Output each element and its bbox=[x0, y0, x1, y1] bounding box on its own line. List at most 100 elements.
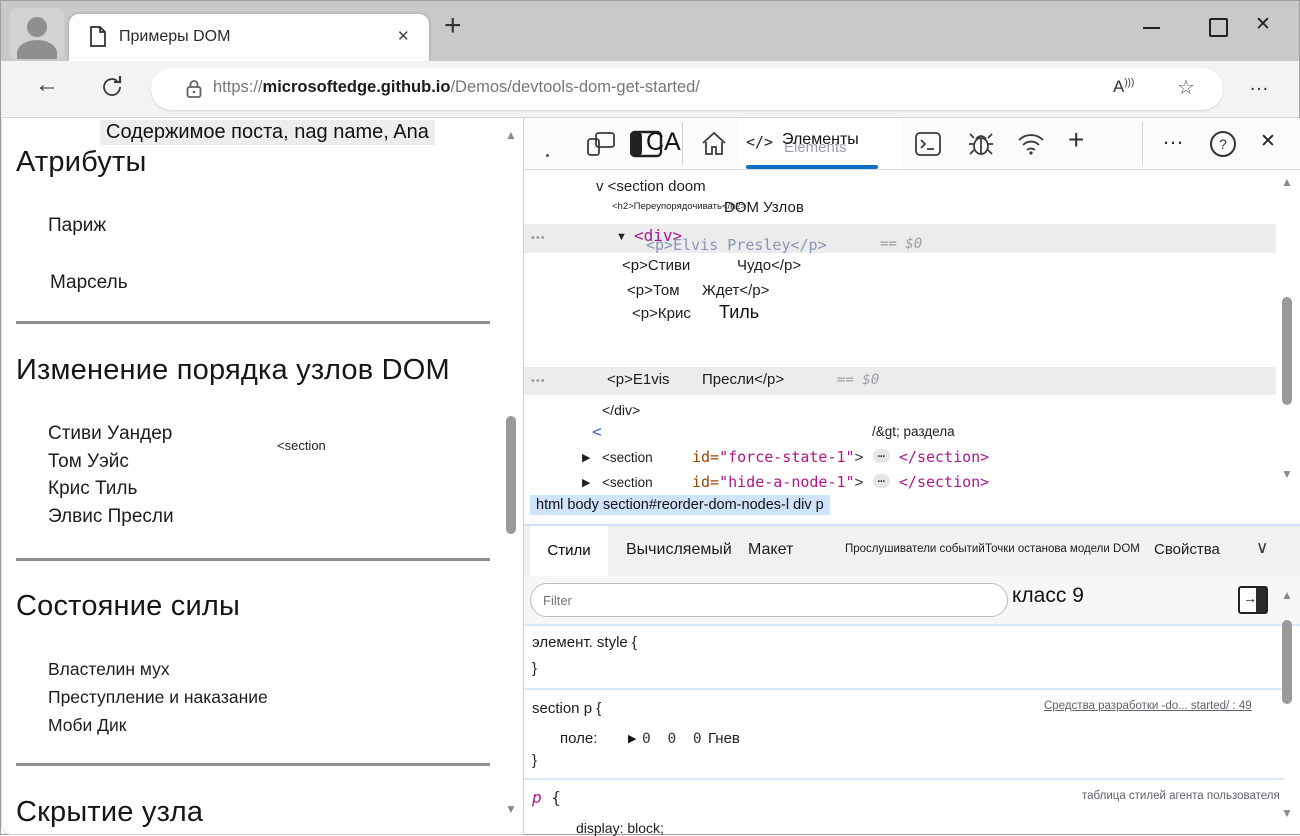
page-scrollbar-thumb[interactable] bbox=[506, 416, 516, 534]
tab-layout[interactable]: Макет bbox=[748, 541, 793, 559]
url-field[interactable]: https://microsoftedge.github.io/Demos/de… bbox=[151, 68, 1223, 110]
breadcrumb-bar: html body section#reorder-dom-nodes-l di… bbox=[524, 492, 1300, 526]
maximize-icon[interactable] bbox=[1209, 18, 1228, 37]
divider bbox=[16, 321, 490, 324]
tab-event-listeners[interactable]: Прослушиватели событий bbox=[845, 543, 985, 555]
dom-node-text: Ждет</p> bbox=[702, 282, 769, 299]
twisty-right-icon[interactable]: ▶ bbox=[582, 451, 590, 464]
dom-row-selected[interactable]: ••• <p>E1vis Пресли</p> == $0 bbox=[524, 367, 1276, 395]
dom-node[interactable]: v <section doom bbox=[596, 178, 706, 195]
browser-menu-icon[interactable]: … bbox=[1249, 73, 1270, 96]
stylesheet-source-label: таблица стилей агента пользователя bbox=[1082, 790, 1280, 802]
window-close-icon[interactable]: ✕ bbox=[1255, 13, 1271, 36]
add-tool-icon[interactable]: + bbox=[1068, 124, 1084, 156]
dom-scrollbar-thumb[interactable] bbox=[1282, 297, 1292, 405]
home-icon[interactable] bbox=[700, 130, 728, 157]
css-value[interactable]: 0 0 0 bbox=[642, 731, 702, 747]
dom-eq-marker: == $0 bbox=[837, 372, 879, 388]
new-tab-icon[interactable]: + bbox=[444, 11, 462, 41]
back-icon[interactable]: ← bbox=[35, 71, 59, 99]
device-emulation-icon[interactable] bbox=[586, 131, 616, 157]
dom-node[interactable]: </div> bbox=[602, 402, 640, 418]
read-aloud-icon[interactable]: A))) bbox=[1113, 77, 1134, 97]
section-hint-text: <section bbox=[277, 438, 326, 453]
ca-label: CA bbox=[646, 128, 681, 157]
profile-avatar[interactable] bbox=[10, 8, 64, 59]
debug-bug-icon[interactable] bbox=[966, 130, 996, 158]
chevron-down-icon[interactable]: ∨ bbox=[1256, 538, 1268, 558]
dom-node-text: Чудо</p> bbox=[737, 257, 801, 274]
scroll-down-icon[interactable]: ▼ bbox=[1281, 806, 1293, 820]
list-item: Элвис Пресли bbox=[48, 506, 174, 528]
tab-properties[interactable]: Свойства bbox=[1154, 541, 1220, 558]
console-icon[interactable] bbox=[914, 131, 942, 157]
tab-styles[interactable]: Стили bbox=[530, 526, 608, 576]
node-menu-dots-icon[interactable]: ••• bbox=[531, 375, 546, 387]
browser-window: Примеры DOM ✕ + ✕ ← https://microsoftedg… bbox=[0, 0, 1300, 835]
list-item: Марсель bbox=[50, 272, 128, 294]
devtools-close-icon[interactable]: ✕ bbox=[1260, 130, 1276, 153]
styles-scrollbar-thumb[interactable] bbox=[1282, 620, 1292, 704]
browser-tab[interactable]: Примеры DOM ✕ bbox=[69, 14, 429, 61]
filter-input[interactable] bbox=[530, 583, 1008, 617]
twisty-down-icon[interactable]: ▼ bbox=[616, 231, 627, 243]
css-brace: } bbox=[532, 752, 537, 769]
heading-attributes: Атрибуты bbox=[16, 146, 147, 179]
stylesheet-source-link[interactable]: Средства разработки -do... started/ : 49 bbox=[1044, 700, 1252, 712]
dom-node[interactable]: <p>Том bbox=[627, 282, 680, 299]
breadcrumb[interactable]: html body section#reorder-dom-nodes-l di… bbox=[530, 495, 830, 515]
styles-filter-row: класс 9 → ▲ bbox=[524, 576, 1300, 626]
cls-label[interactable]: класс 9 bbox=[1012, 584, 1084, 608]
dom-node[interactable]: <p>Крис bbox=[632, 305, 691, 322]
css-value-word[interactable]: Гнев bbox=[708, 730, 740, 747]
scroll-up-icon[interactable]: ▲ bbox=[505, 128, 517, 142]
twisty-right-icon[interactable]: ▶ bbox=[628, 732, 636, 745]
inspect-dot bbox=[546, 154, 549, 157]
dom-node[interactable]: < bbox=[592, 422, 602, 441]
favorites-star-icon[interactable]: ☆ bbox=[1177, 75, 1195, 100]
minimize-icon[interactable] bbox=[1143, 27, 1160, 29]
tab-elements[interactable]: </> Elements Элементы bbox=[738, 118, 902, 169]
scroll-up-icon[interactable]: ▲ bbox=[1281, 588, 1293, 602]
dom-node: <p>E1vis bbox=[607, 371, 670, 388]
refresh-icon[interactable] bbox=[99, 74, 125, 100]
code-tag-icon: </> bbox=[746, 133, 773, 151]
tab-close-icon[interactable]: ✕ bbox=[397, 27, 410, 45]
css-selector[interactable]: элемент. style { bbox=[532, 634, 637, 651]
help-icon[interactable]: ? bbox=[1210, 131, 1236, 157]
twisty-right-icon[interactable]: ▶ bbox=[582, 476, 590, 489]
scroll-up-icon[interactable]: ▲ bbox=[1281, 175, 1293, 189]
css-selector[interactable]: p { bbox=[532, 788, 561, 807]
css-brace: } bbox=[532, 660, 537, 677]
heading-hide-node: Скрытие узла bbox=[16, 796, 203, 829]
scroll-down-icon[interactable]: ▼ bbox=[505, 802, 517, 816]
scroll-down-icon[interactable]: ▼ bbox=[1281, 467, 1293, 481]
node-menu-dots-icon[interactable]: ••• bbox=[531, 232, 546, 244]
css-selector[interactable]: section p { bbox=[532, 700, 601, 717]
enter-class-icon[interactable]: → bbox=[1238, 586, 1268, 614]
dom-node[interactable]: <p>Стиви bbox=[622, 257, 690, 274]
dom-row[interactable]: ▶ <section id="hide-a-node-1"> ⋯ </secti… bbox=[524, 472, 1276, 492]
dom-row-selected[interactable]: ••• ▼ <div> <p>Elvis Presley</p> == $0 bbox=[524, 224, 1276, 253]
divider bbox=[16, 763, 490, 766]
url-text: https://microsoftedge.github.io/Demos/de… bbox=[213, 78, 700, 97]
styles-pane: элемент. style { } section p { Средства … bbox=[524, 626, 1300, 834]
network-wifi-icon[interactable] bbox=[1016, 132, 1046, 156]
expand-dots-icon[interactable]: ⋯ bbox=[873, 449, 890, 463]
list-item: Париж bbox=[48, 215, 106, 237]
dom-node-text: Пресли</p> bbox=[702, 371, 784, 388]
css-declaration[interactable]: display: block; bbox=[576, 820, 664, 836]
tab-dom-breakpoints[interactable]: Точки останова модели DOM bbox=[985, 543, 1140, 555]
heading-force-state: Состояние силы bbox=[16, 590, 240, 623]
more-tools-icon[interactable]: … bbox=[1162, 124, 1184, 150]
tab-computed[interactable]: Вычисляемый bbox=[626, 541, 732, 559]
list-item: Крис Тиль bbox=[48, 478, 137, 500]
avatar-icon bbox=[27, 17, 47, 37]
dom-node-text: Тиль bbox=[719, 302, 759, 323]
list-item: Моби Дик bbox=[48, 715, 126, 736]
dom-row[interactable]: ▶ <section id="force-state-1"> ⋯ </secti… bbox=[524, 447, 1276, 471]
dom-eq-marker: == $0 bbox=[880, 236, 922, 252]
css-property[interactable]: поле: bbox=[560, 730, 597, 747]
expand-dots-icon[interactable]: ⋯ bbox=[873, 474, 890, 488]
tab-title: Примеры DOM bbox=[119, 28, 230, 46]
